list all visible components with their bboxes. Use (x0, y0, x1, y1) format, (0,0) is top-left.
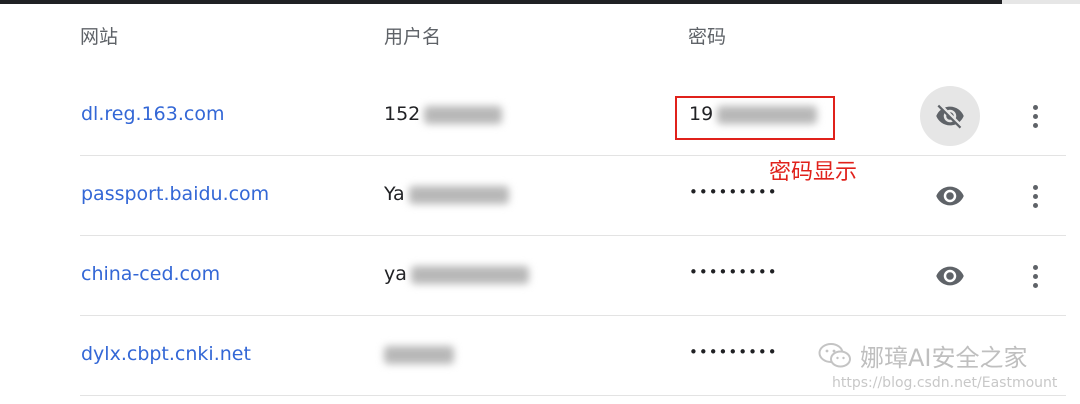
more-options-button[interactable] (1021, 96, 1049, 136)
top-bar-dark (0, 0, 1002, 4)
masked-password: ••••••••• (689, 263, 778, 281)
more-vert-dot (1032, 202, 1038, 208)
watermark: 娜璋AI安全之家 (818, 338, 1028, 373)
more-options-button[interactable] (1021, 176, 1049, 216)
hide-password-button[interactable] (920, 86, 980, 146)
top-bar (0, 0, 1080, 4)
more-options-button[interactable] (1021, 256, 1049, 296)
masked-password: ••••••••• (689, 343, 778, 361)
wechat-icon (818, 342, 851, 367)
more-vert-dot (1032, 122, 1038, 128)
show-password-button[interactable] (920, 166, 980, 226)
username-cell: 152 (384, 103, 503, 125)
username-redacted (408, 185, 509, 204)
watermark-url: https://blog.csdn.net/Eastmount (832, 375, 1058, 391)
masked-password: ••••••••• (689, 183, 778, 201)
more-vert-dot (1032, 184, 1038, 190)
header-site: 网站 (80, 26, 119, 48)
site-link[interactable]: china-ced.com (81, 263, 220, 285)
top-bar-light (1002, 0, 1080, 4)
site-link[interactable]: dylx.cbpt.cnki.net (81, 343, 251, 365)
annotation-label: 密码显示 (769, 160, 858, 185)
highlight-box (675, 96, 835, 140)
site-link[interactable]: dl.reg.163.com (81, 103, 224, 125)
more-vert-dot (1032, 193, 1038, 199)
username-text: 152 (384, 103, 421, 125)
more-vert-dot (1032, 282, 1038, 288)
username-cell: Ya (384, 183, 509, 205)
eye-icon (936, 186, 964, 206)
eye-icon (936, 266, 964, 286)
password-row: china-ced.com ya ••••••••• (0, 236, 1080, 316)
site-link[interactable]: passport.baidu.com (81, 183, 269, 205)
username-text: ya (384, 263, 407, 285)
watermark-brand: 娜璋AI安全之家 (860, 344, 1028, 372)
more-vert-dot (1032, 104, 1038, 110)
username-redacted (424, 105, 503, 124)
username-cell (384, 343, 454, 365)
row-divider (80, 395, 1066, 396)
more-vert-dot (1032, 273, 1038, 279)
show-password-button[interactable] (920, 246, 980, 306)
username-cell: ya (384, 263, 529, 285)
password-row: dl.reg.163.com 152 19 (0, 76, 1080, 156)
username-redacted (410, 265, 529, 284)
more-vert-dot (1032, 113, 1038, 119)
eye-off-icon (936, 104, 964, 129)
header-username: 用户名 (384, 26, 442, 48)
more-vert-dot (1032, 264, 1038, 270)
header-password: 密码 (688, 26, 727, 48)
password-row: passport.baidu.com Ya ••••••••• (0, 156, 1080, 236)
username-redacted (384, 345, 454, 364)
username-text: Ya (384, 183, 405, 205)
